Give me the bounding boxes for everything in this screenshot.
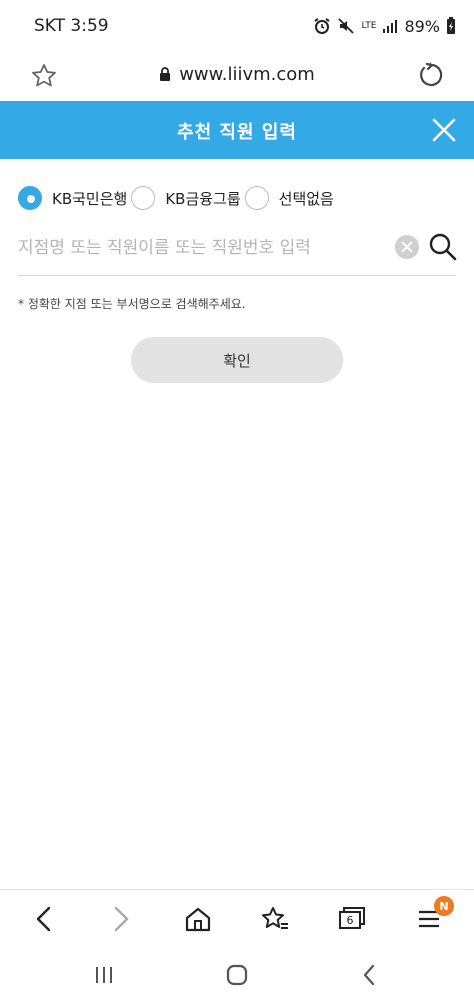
bank-radio-group: KB국민은행 KB금융그룹 선택없음 [18,186,334,210]
url-display[interactable]: www.liivm.com [0,64,474,85]
status-time: SKT 3:59 [34,16,109,36]
network-type: LTE [361,20,377,31]
radio-none[interactable]: 선택없음 [244,186,334,210]
mute-icon [338,18,355,34]
radio-button-checked[interactable] [18,186,42,210]
status-icons: LTE 89% [313,17,456,36]
menu-button[interactable]: N [412,896,454,936]
employee-search [18,226,458,276]
browser-toolbar: 6 N [0,889,474,949]
home-circle-icon[interactable] [223,962,251,988]
reload-icon[interactable] [416,60,446,90]
radio-kb-financial[interactable]: KB금융그룹 [131,186,241,210]
employee-search-input[interactable] [18,230,378,266]
radio-label: KB금융그룹 [165,189,241,208]
radio-label: KB국민은행 [52,189,128,208]
browser-url-bar: www.liivm.com [0,52,474,100]
status-bar: SKT 3:59 LTE 89% [0,0,474,52]
back-button[interactable] [27,902,61,936]
alarm-icon [314,18,331,34]
url-text: www.liivm.com [179,64,315,85]
radio-kb-kookmin[interactable]: KB국민은행 [18,186,127,210]
search-icon[interactable] [428,232,458,262]
modal-header: 추천 직원 입력 [0,101,474,159]
recent-apps-icon[interactable] [90,962,118,988]
close-icon[interactable] [430,116,458,144]
radio-label: 선택없음 [278,189,334,208]
bookmarks-star-icon [262,907,288,929]
radio-button[interactable] [244,186,269,210]
battery-percent: 89% [404,16,440,36]
radio-button[interactable] [131,186,156,210]
forward-button[interactable] [104,902,138,936]
confirm-button[interactable]: 확인 [131,337,343,383]
back-nav-icon[interactable] [356,962,384,988]
tabs-button[interactable]: 6 [335,902,369,936]
lock-icon [160,67,171,81]
clear-input-icon[interactable] [395,235,419,259]
battery-charging-icon [447,17,455,34]
chevron-right-icon [114,906,129,932]
home-icon [185,907,211,932]
modal-title: 추천 직원 입력 [177,122,297,143]
home-button[interactable] [181,902,215,936]
android-nav-bar [0,950,474,1000]
signal-icon [383,20,398,33]
chevron-left-icon [36,906,51,932]
bookmarks-button[interactable] [258,902,292,936]
tab-count: 6 [346,914,354,927]
search-notice: * 정확한 지점 또는 부서명으로 검색해주세요. [18,297,246,311]
notification-badge: N [434,896,454,916]
